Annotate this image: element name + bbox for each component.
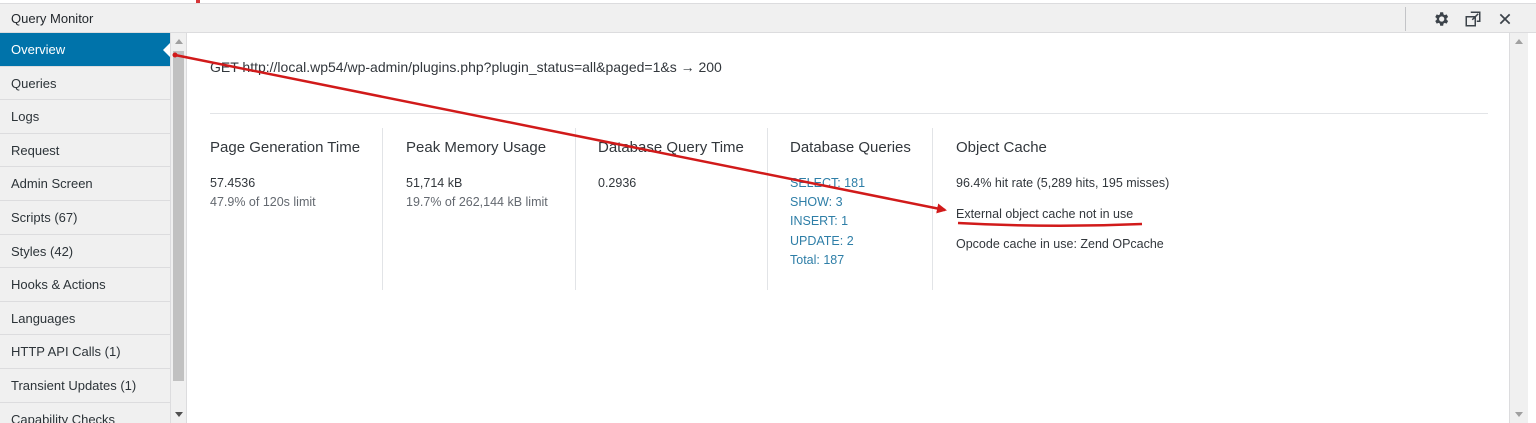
sidebar-item-languages[interactable]: Languages xyxy=(0,302,170,336)
popout-button[interactable] xyxy=(1462,8,1484,30)
page-generation-panel: Page Generation Time 57.4536 47.9% of 12… xyxy=(210,128,383,290)
sidebar-item-scripts[interactable]: Scripts (67) xyxy=(0,201,170,235)
sidebar-item-styles[interactable]: Styles (42) xyxy=(0,235,170,269)
object-cache-heading: Object Cache xyxy=(956,139,1047,156)
query-type-show-link[interactable]: SHOW: 3 xyxy=(790,195,843,209)
sidebar-item-http-api-calls[interactable]: HTTP API Calls (1) xyxy=(0,335,170,369)
page-generation-heading: Page Generation Time xyxy=(210,139,361,156)
panel-title: Query Monitor xyxy=(11,11,94,26)
sidebar-item-transient-updates[interactable]: Transient Updates (1) xyxy=(0,369,170,403)
scrollbar-thumb[interactable] xyxy=(173,51,184,381)
page-generation-value: 57.4536 xyxy=(210,176,256,190)
scroll-up-arrow-icon[interactable] xyxy=(175,39,183,44)
object-cache-panel: Object Cache 96.4% hit rate (5,289 hits,… xyxy=(956,128,1356,290)
db-query-time-panel: Database Query Time 0.2936 xyxy=(598,128,768,290)
content-scroll-down-icon[interactable] xyxy=(1515,412,1523,417)
panel-sidebar: Overview Queries Logs Request Admin Scre… xyxy=(0,33,171,423)
page-generation-limit: 47.9% of 120s limit xyxy=(210,195,316,209)
scroll-down-arrow-icon[interactable] xyxy=(175,412,183,417)
peak-memory-value: 51,714 kB xyxy=(406,176,463,190)
sidebar-item-admin-screen[interactable]: Admin Screen xyxy=(0,167,170,201)
sidebar-item-request[interactable]: Request xyxy=(0,134,170,168)
query-monitor-titlebar: Query Monitor xyxy=(0,3,1536,33)
peak-memory-heading: Peak Memory Usage xyxy=(406,139,547,156)
close-button[interactable] xyxy=(1494,8,1516,30)
sidebar-item-hooks-actions[interactable]: Hooks & Actions xyxy=(0,268,170,302)
titlebar-separator xyxy=(1405,7,1406,31)
db-queries-panel: Database Queries SELECT: 181 SHOW: 3 INS… xyxy=(790,128,933,290)
opcode-cache-status: Opcode cache in use: Zend OPcache xyxy=(956,237,1164,251)
db-queries-heading: Database Queries xyxy=(790,139,911,156)
sidebar-item-capability-checks[interactable]: Capability Checks xyxy=(0,403,170,423)
divider xyxy=(210,113,1488,114)
close-icon xyxy=(1499,13,1511,25)
titlebar-buttons xyxy=(1405,7,1516,31)
peak-memory-panel: Peak Memory Usage 51,714 kB 19.7% of 262… xyxy=(406,128,576,290)
content-scrollbar[interactable] xyxy=(1509,33,1528,423)
db-query-time-value: 0.2936 xyxy=(598,176,637,190)
query-type-select-link[interactable]: SELECT: 181 xyxy=(790,176,865,190)
query-type-update-link[interactable]: UPDATE: 2 xyxy=(790,234,854,248)
external-object-cache-status: External object cache not in use xyxy=(956,207,1134,221)
sidebar-item-logs[interactable]: Logs xyxy=(0,100,170,134)
overview-content: GET http://local.wp54/wp-admin/plugins.p… xyxy=(188,33,1508,423)
query-total-link[interactable]: Total: 187 xyxy=(790,253,844,267)
query-type-insert-link[interactable]: INSERT: 1 xyxy=(790,214,848,228)
peak-memory-limit: 19.7% of 262,144 kB limit xyxy=(406,195,548,209)
gear-icon xyxy=(1435,12,1449,26)
request-line: GET http://local.wp54/wp-admin/plugins.p… xyxy=(210,59,722,75)
sidebar-scrollbar[interactable] xyxy=(171,33,187,423)
popout-icon xyxy=(1465,11,1481,27)
settings-button[interactable] xyxy=(1430,8,1452,30)
content-scroll-up-icon[interactable] xyxy=(1515,39,1523,44)
object-cache-hit-rate: 96.4% hit rate (5,289 hits, 195 misses) xyxy=(956,176,1170,190)
sidebar-item-overview[interactable]: Overview xyxy=(0,33,170,67)
sidebar-item-queries[interactable]: Queries xyxy=(0,67,170,101)
db-query-time-heading: Database Query Time xyxy=(598,139,744,156)
